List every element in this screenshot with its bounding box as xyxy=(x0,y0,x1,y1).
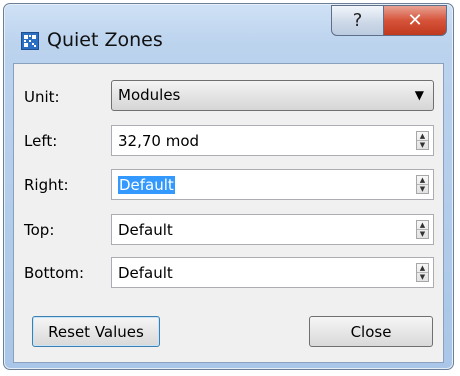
right-label: Right: xyxy=(24,176,69,194)
left-spinner[interactable]: ▲ ▼ xyxy=(416,131,429,150)
bottom-label: Bottom: xyxy=(24,264,85,282)
left-spinbox[interactable]: 32,70 mod ▲ ▼ xyxy=(111,125,434,156)
right-spinbox[interactable]: Default ▲ ▼ xyxy=(111,169,434,200)
top-spinner[interactable]: ▲ ▼ xyxy=(416,220,429,239)
spin-up-icon[interactable]: ▲ xyxy=(417,176,428,185)
bottom-spinner[interactable]: ▲ ▼ xyxy=(416,263,429,282)
chevron-down-icon: ▼ xyxy=(414,88,424,102)
unit-value: Modules xyxy=(118,86,181,104)
bottom-spinbox[interactable]: Default ▲ ▼ xyxy=(111,257,434,288)
unit-dropdown[interactable]: Modules ▼ xyxy=(111,80,434,111)
help-button[interactable]: ? xyxy=(331,5,384,36)
spin-up-icon[interactable]: ▲ xyxy=(417,264,428,273)
left-label: Left: xyxy=(24,132,58,150)
top-value[interactable]: Default xyxy=(118,221,173,239)
left-value[interactable]: 32,70 mod xyxy=(118,132,199,150)
spin-down-icon[interactable]: ▼ xyxy=(417,141,428,150)
qr-code-icon xyxy=(21,32,39,50)
unit-label: Unit: xyxy=(24,88,60,106)
window-close-button[interactable]: ✕ xyxy=(383,5,447,36)
spin-down-icon[interactable]: ▼ xyxy=(417,185,428,194)
right-spinner[interactable]: ▲ ▼ xyxy=(416,175,429,194)
help-icon: ? xyxy=(352,10,363,31)
close-icon: ✕ xyxy=(407,10,423,31)
spin-up-icon[interactable]: ▲ xyxy=(417,221,428,230)
right-value[interactable]: Default xyxy=(118,176,175,194)
close-button[interactable]: Close xyxy=(309,316,433,347)
spin-down-icon[interactable]: ▼ xyxy=(417,273,428,282)
spin-down-icon[interactable]: ▼ xyxy=(417,230,428,239)
spin-up-icon[interactable]: ▲ xyxy=(417,132,428,141)
reset-values-button[interactable]: Reset Values xyxy=(32,316,160,347)
window-title: Quiet Zones xyxy=(47,29,163,51)
top-label: Top: xyxy=(24,221,55,239)
bottom-value[interactable]: Default xyxy=(118,264,173,282)
top-spinbox[interactable]: Default ▲ ▼ xyxy=(111,214,434,245)
